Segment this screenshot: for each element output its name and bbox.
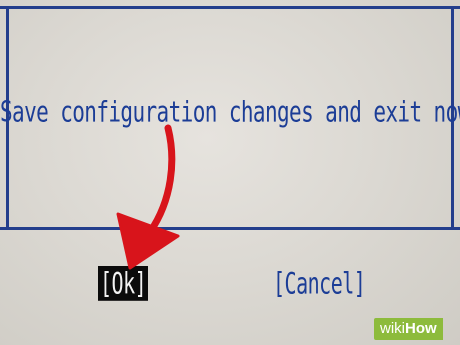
watermark-how: How <box>405 320 437 337</box>
wikihow-watermark: wikiHow <box>374 318 443 340</box>
red-arrow-icon <box>116 124 180 270</box>
bios-exit-dialog: Save configuration changes and exit now?… <box>0 0 460 345</box>
watermark-wiki: wiki <box>380 320 405 337</box>
